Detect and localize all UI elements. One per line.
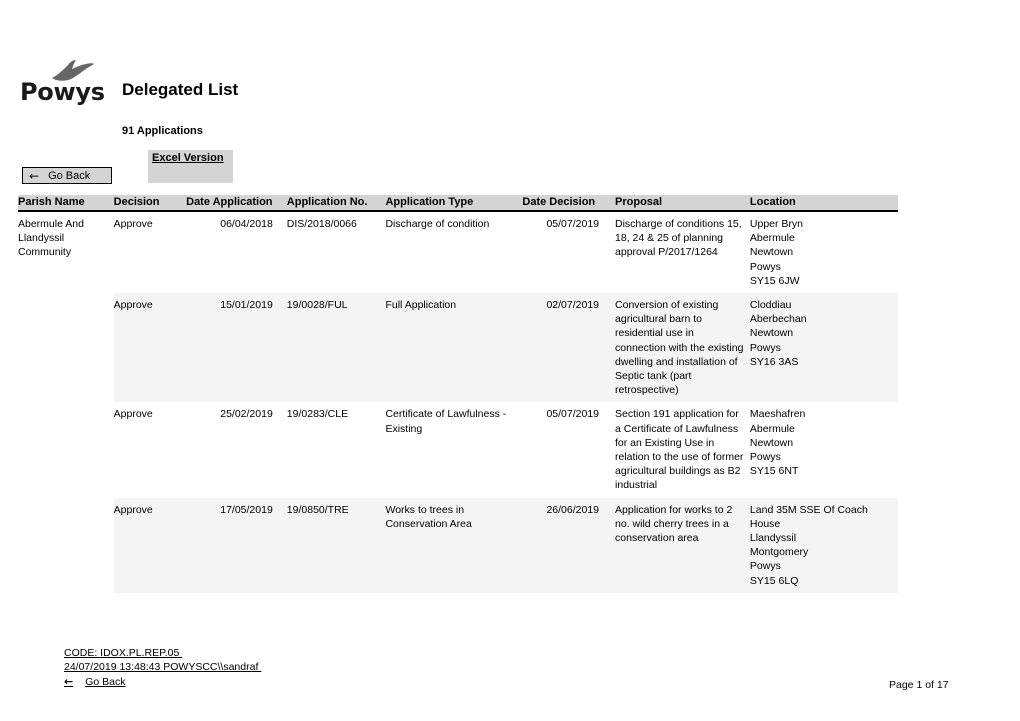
table-header-row: Parish Name Decision Date Application Ap… xyxy=(18,195,898,212)
cell-date-decision: 05/07/2019 xyxy=(546,408,600,421)
column-header-parish-name: Parish Name xyxy=(18,195,114,212)
column-header-decision: Decision xyxy=(113,195,187,212)
cell-date-decision: 05/07/2019 xyxy=(546,218,600,230)
column-header-application-type: Application Type xyxy=(385,195,523,212)
page-number: Page 1 of 17 xyxy=(889,679,949,691)
column-header-date-application: Date Application xyxy=(186,195,287,212)
cell-application-no: 19/0028/FUL xyxy=(286,293,386,403)
table-row[interactable]: Abermule And Llandyssil Community Approv… xyxy=(18,211,898,293)
back-arrow-icon: ← xyxy=(64,675,74,688)
cell-location: Cloddiau Aberbechan Newtown Powys SY16 3AS xyxy=(749,293,898,403)
delegated-list-table: Parish Name Decision Date Application Ap… xyxy=(18,195,898,593)
cell-decision: Approve xyxy=(113,218,153,230)
go-back-button-label: Go Back xyxy=(48,169,91,182)
cell-parish-name: Abermule And Llandyssil Community xyxy=(18,218,84,259)
excel-version-link[interactable]: Excel Version xyxy=(152,152,224,164)
footer-timestamp-line: 24/07/2019 13:48:43 POWYSCC\\sandraf xyxy=(64,661,262,673)
cell-location: Maeshafren Abermule Newtown Powys SY15 6NT xyxy=(749,408,806,478)
table-row[interactable]: Approve 25/02/2019 19/0283/CLE Certifica… xyxy=(18,402,898,497)
cell-application-no: 19/0850/TRE xyxy=(286,497,386,593)
cell-proposal: Discharge of conditions 15, 18, 24 & 25 … xyxy=(615,218,742,259)
column-header-application-no: Application No. xyxy=(286,195,386,212)
cell-application-type: Works to trees in Conservation Area xyxy=(385,497,523,593)
cell-decision: Approve xyxy=(113,408,153,421)
page-title: Delegated List xyxy=(122,80,239,99)
cell-date-decision: 26/06/2019 xyxy=(522,497,616,593)
cell-parish-name xyxy=(18,293,114,403)
column-header-location: Location xyxy=(749,195,898,212)
cell-date-application: 15/01/2019 xyxy=(186,293,287,403)
cell-location: Land 35M SSE Of Coach House Llandyssil Mon… xyxy=(749,497,898,593)
cell-parish-name xyxy=(18,497,114,593)
application-count: 91 Applications xyxy=(122,125,203,137)
cell-date-application: 17/05/2019 xyxy=(186,497,287,593)
table-body: Abermule And Llandyssil Community Approv… xyxy=(18,211,898,593)
footer-go-back-label: Go Back xyxy=(85,676,126,688)
cell-parish-name xyxy=(18,402,114,497)
cell-proposal: Section 191 application for a Certificat… xyxy=(615,408,744,492)
cell-date-decision: 02/07/2019 xyxy=(522,293,616,403)
back-arrow-icon: ← xyxy=(29,168,40,183)
logo-wordmark: Powys xyxy=(20,78,105,106)
cell-proposal: Application for works to 2 no. wild cher… xyxy=(615,497,750,593)
cell-date-application: 06/04/2018 xyxy=(220,218,273,230)
delegated-list-table-wrapper: Parish Name Decision Date Application Ap… xyxy=(18,195,898,593)
table-row[interactable]: Approve 15/01/2019 19/0028/FUL Full Appl… xyxy=(18,293,898,403)
cell-application-no: DIS/2018/0066 xyxy=(286,218,357,230)
column-header-proposal: Proposal xyxy=(615,195,750,212)
footer: CODE: IDOX.PL.REP.05 24/07/2019 13:48:43… xyxy=(64,646,261,689)
cell-application-type: Full Application xyxy=(385,293,523,403)
powys-logo: Powys xyxy=(20,58,105,114)
table-header: Parish Name Decision Date Application Ap… xyxy=(18,195,898,212)
footer-go-back-link[interactable]: ← Go Back xyxy=(64,675,126,689)
cell-proposal: Conversion of existing agricultural barn… xyxy=(615,293,750,403)
footer-code-line: CODE: IDOX.PL.REP.05 xyxy=(64,647,183,659)
column-header-date-decision: Date Decision xyxy=(522,195,616,212)
cell-decision: Approve xyxy=(113,293,187,403)
table-row[interactable]: Approve 17/05/2019 19/0850/TRE Works to … xyxy=(18,497,898,593)
cell-application-type: Discharge of condition xyxy=(385,218,490,230)
cell-decision: Approve xyxy=(113,497,187,593)
cell-application-type: Certificate of Lawfulness - Existing xyxy=(385,408,507,435)
cell-location: Upper Bryn Abermule Newtown Powys SY15 6JW xyxy=(749,218,804,287)
cell-application-no: 19/0283/CLE xyxy=(286,408,349,421)
cell-date-application: 25/02/2019 xyxy=(220,408,273,421)
go-back-button[interactable]: ← Go Back xyxy=(22,167,112,184)
